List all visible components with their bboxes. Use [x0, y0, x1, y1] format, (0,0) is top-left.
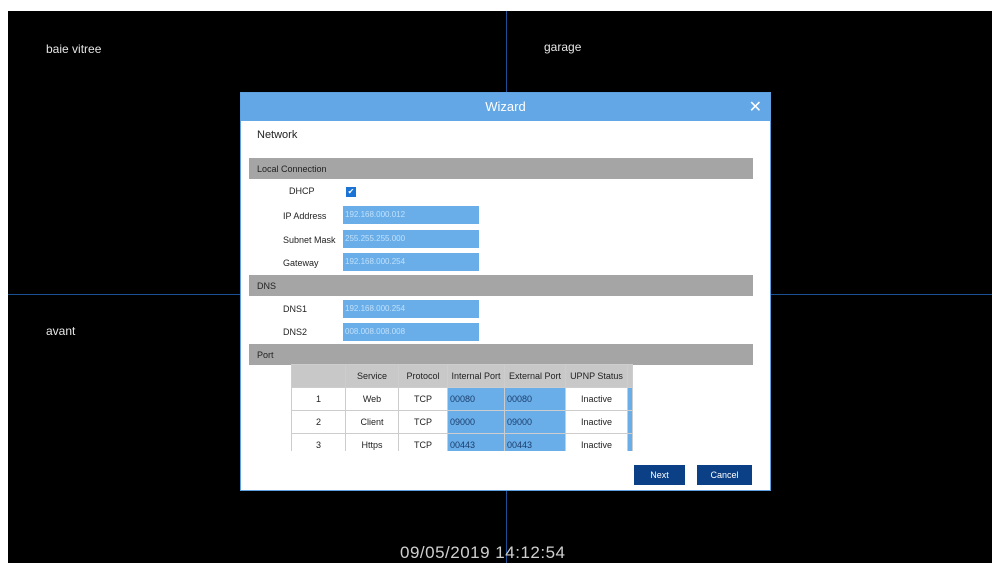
- column-header: Protocol: [398, 364, 448, 388]
- table-row: 1 Web TCP 00080 00080 Inactive: [291, 387, 633, 411]
- dns1-field[interactable]: 192.168.000.254: [343, 300, 479, 318]
- camera-label-2: garage: [544, 40, 582, 54]
- section-port: Port: [249, 344, 753, 365]
- column-header: External Port: [504, 364, 566, 388]
- row-extra-cell: [627, 410, 633, 434]
- section-title: Local Connection: [257, 164, 327, 174]
- internal-port-field[interactable]: 09000: [447, 410, 505, 434]
- row-extra-cell: [627, 433, 633, 451]
- row-number: 3: [291, 433, 346, 451]
- subnet-mask-label: Subnet Mask: [283, 235, 336, 245]
- row-number: 2: [291, 410, 346, 434]
- external-port-field[interactable]: 00443: [504, 433, 566, 451]
- service-cell: Https: [345, 433, 399, 451]
- camera-label-3: avant: [46, 324, 76, 338]
- column-header: Internal Port: [447, 364, 505, 388]
- column-header: [291, 364, 346, 388]
- cancel-button[interactable]: Cancel: [697, 465, 752, 485]
- dhcp-label: DHCP: [289, 186, 315, 196]
- datetime-display: 09/05/2019 14:12:54: [400, 543, 566, 562]
- wizard-subtitle: Network: [257, 129, 298, 141]
- column-header: UPNP Status: [565, 364, 628, 388]
- close-icon[interactable]: ✕: [749, 97, 762, 117]
- table-row: 2 Client TCP 09000 09000 Inactive: [291, 410, 633, 434]
- service-cell: Client: [345, 410, 399, 434]
- protocol-cell: TCP: [398, 410, 448, 434]
- service-cell: Web: [345, 387, 399, 411]
- ip-address-label: IP Address: [283, 211, 327, 221]
- column-header-extra: [627, 364, 633, 388]
- camera-label-1: baie vitree: [46, 42, 102, 56]
- upnp-status-cell: Inactive: [565, 387, 628, 411]
- internal-port-field[interactable]: 00443: [447, 433, 505, 451]
- gateway-field[interactable]: 192.168.000.254: [343, 253, 479, 271]
- external-port-field[interactable]: 00080: [504, 387, 566, 411]
- dhcp-checkbox[interactable]: ✔: [346, 187, 356, 197]
- dns1-label: DNS1: [283, 304, 308, 314]
- next-button[interactable]: Next: [634, 465, 685, 485]
- upnp-status-cell: Inactive: [565, 433, 628, 451]
- wizard-dialog: Wizard ✕ Network Local Connection DHCP ✔…: [240, 92, 771, 491]
- external-port-field[interactable]: 09000: [504, 410, 566, 434]
- gateway-label: Gateway: [283, 258, 319, 268]
- row-number: 1: [291, 387, 346, 411]
- section-dns: DNS: [249, 275, 753, 296]
- wizard-title: Wizard: [485, 99, 526, 114]
- internal-port-field[interactable]: 00080: [447, 387, 505, 411]
- column-header: Service: [345, 364, 399, 388]
- port-table: Service Protocol Internal Port External …: [291, 364, 633, 451]
- upnp-status-cell: Inactive: [565, 410, 628, 434]
- section-title: DNS: [257, 281, 277, 291]
- ip-address-field[interactable]: 192.168.000.012: [343, 206, 479, 224]
- wizard-titlebar: Wizard ✕: [241, 93, 770, 121]
- network-settings-panel: Local Connection DHCP ✔ IP Address 192.1…: [249, 156, 760, 451]
- dns2-label: DNS2: [283, 327, 308, 337]
- table-row: 3 Https TCP 00443 00443 Inactive: [291, 433, 633, 451]
- section-local-connection: Local Connection: [249, 158, 753, 179]
- dns2-field[interactable]: 008.008.008.008: [343, 323, 479, 341]
- row-extra-cell: [627, 387, 633, 411]
- protocol-cell: TCP: [398, 387, 448, 411]
- subnet-mask-field[interactable]: 255.255.255.000: [343, 230, 479, 248]
- table-header-row: Service Protocol Internal Port External …: [291, 364, 633, 388]
- protocol-cell: TCP: [398, 433, 448, 451]
- section-title: Port: [257, 350, 274, 360]
